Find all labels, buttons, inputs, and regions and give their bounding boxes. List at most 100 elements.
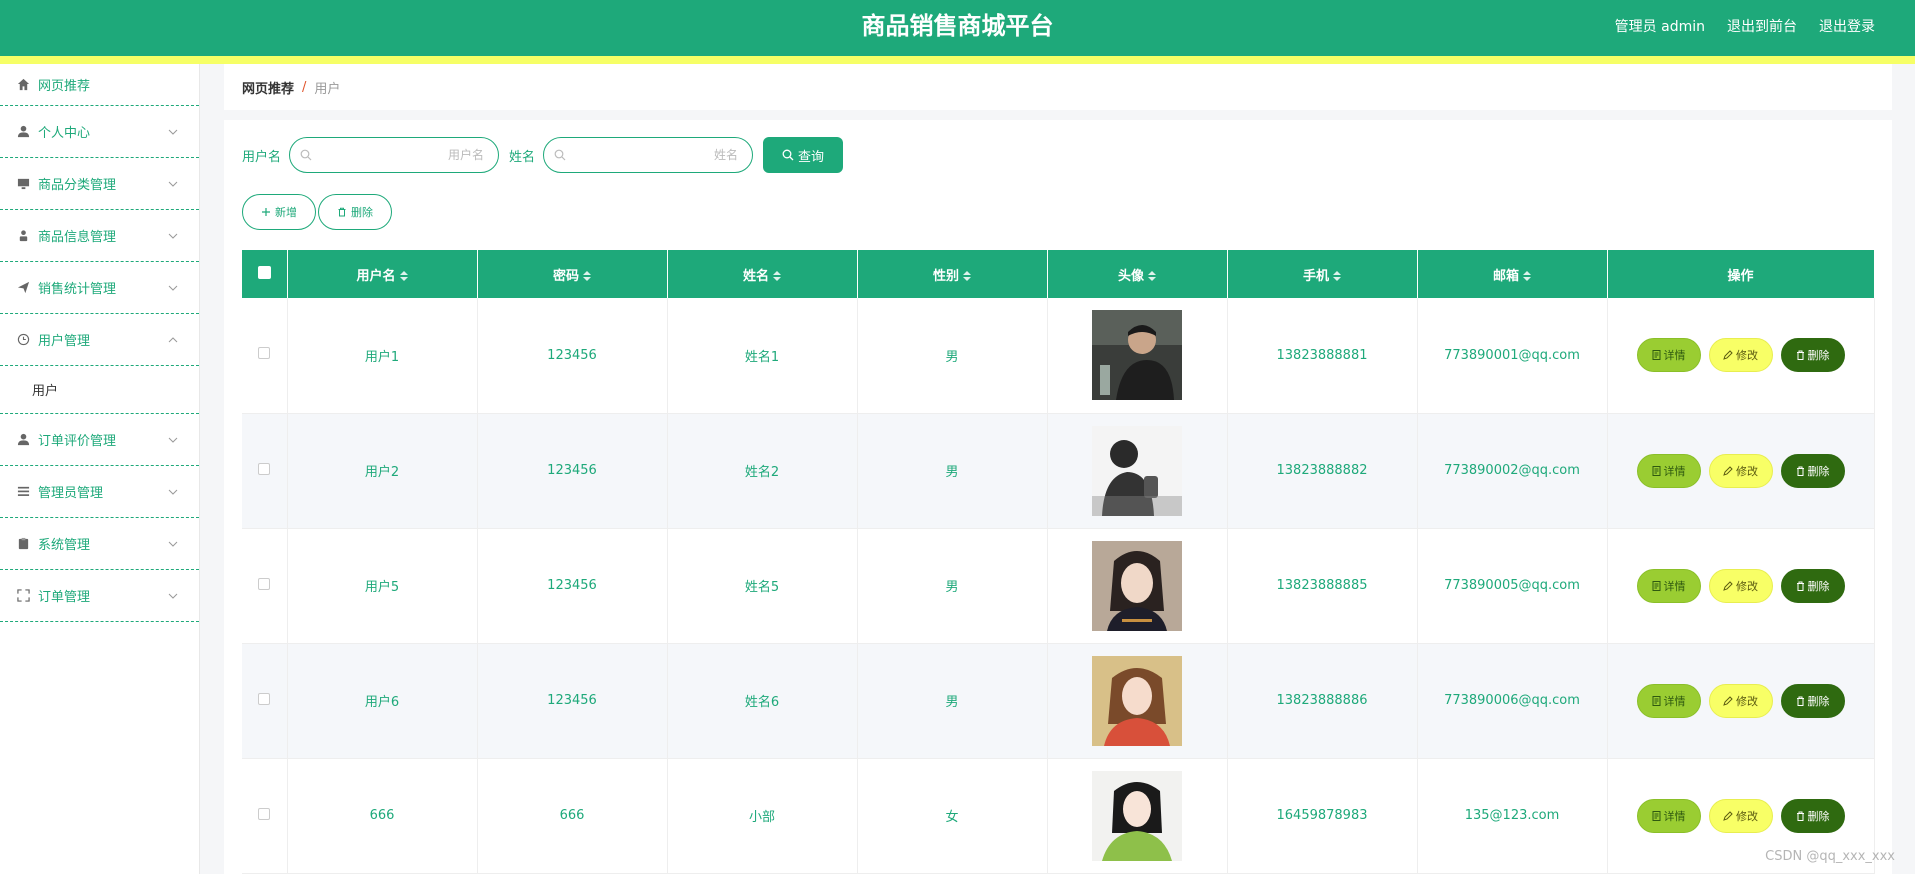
sidebar-item-category[interactable]: 商品分类管理 — [0, 158, 199, 210]
avatar[interactable] — [1092, 655, 1182, 746]
sidebar-item-system[interactable]: 系统管理 — [0, 518, 199, 570]
column-header[interactable]: 用户名 — [287, 250, 478, 298]
sort-icon — [583, 271, 591, 281]
table-row: 用户2 123456 姓名2 男 13823888882 773890002@q… — [242, 413, 1875, 529]
edit-icon — [1723, 580, 1733, 591]
plus-icon — [262, 208, 270, 216]
trash-icon — [338, 207, 346, 217]
detail-button[interactable]: 详情 — [1636, 798, 1701, 833]
edit-button[interactable]: 修改 — [1708, 798, 1773, 833]
column-header[interactable]: 手机 — [1227, 250, 1418, 298]
sidebar-item-admins[interactable]: 管理员管理 — [0, 466, 199, 518]
cell-gender: 女 — [857, 758, 1048, 874]
sidebar-item-personal[interactable]: 个人中心 — [0, 106, 199, 158]
cell-name: 小部 — [667, 758, 858, 874]
clipboard-icon — [16, 537, 30, 551]
breadcrumb-home[interactable]: 网页推荐 — [242, 78, 294, 97]
cell-phone: 16459878983 — [1227, 758, 1418, 874]
document-icon — [1652, 695, 1660, 706]
sidebar-item-sales[interactable]: 销售统计管理 — [0, 262, 199, 314]
edit-button[interactable]: 修改 — [1708, 453, 1773, 488]
clock-icon — [16, 333, 30, 347]
breadcrumb-current: 用户 — [314, 81, 341, 97]
sidebar-item-label: 订单管理 — [38, 590, 91, 605]
cell-name: 姓名1 — [667, 298, 858, 414]
user-icon — [16, 125, 30, 139]
delete-button[interactable]: 删除 — [1780, 338, 1845, 373]
detail-button[interactable]: 详情 — [1636, 683, 1701, 718]
row-checkbox[interactable] — [258, 347, 271, 360]
username-label: 用户名 — [242, 149, 282, 165]
row-checkbox[interactable] — [258, 807, 271, 820]
edit-button[interactable]: 修改 — [1708, 683, 1773, 718]
name-input[interactable] — [566, 148, 739, 162]
edit-icon — [1723, 810, 1733, 821]
chevron-down-icon — [168, 233, 178, 239]
sidebar-item-users[interactable]: 用户管理 — [0, 314, 199, 366]
add-button[interactable]: 新增 — [242, 194, 316, 230]
submenu-item-users[interactable]: 用户 — [0, 366, 199, 414]
cell-phone: 13823888885 — [1227, 528, 1418, 644]
user-icon — [16, 433, 30, 447]
trash-icon — [1796, 466, 1804, 476]
home-icon — [16, 78, 30, 92]
sidebar-item-label: 商品分类管理 — [38, 178, 117, 193]
person-icon — [16, 229, 30, 243]
column-header[interactable]: 邮箱 — [1417, 250, 1608, 298]
cell-password: 123456 — [477, 643, 668, 759]
edit-button[interactable]: 修改 — [1708, 338, 1773, 373]
action-buttons: 新增 删除 — [242, 194, 392, 230]
username-search-box[interactable] — [289, 137, 500, 173]
delete-button[interactable]: 删除 — [1780, 453, 1845, 488]
cell-password: 123456 — [477, 413, 668, 529]
table-row: 用户5 123456 姓名5 男 13823888885 773890005@q… — [242, 528, 1875, 644]
name-search-box[interactable] — [543, 137, 754, 173]
cell-email: 773890006@qq.com — [1417, 643, 1608, 759]
document-icon — [1652, 465, 1660, 476]
column-header[interactable]: 性别 — [857, 250, 1048, 298]
row-checkbox[interactable] — [258, 462, 271, 475]
row-checkbox[interactable] — [258, 577, 271, 590]
avatar[interactable] — [1092, 770, 1182, 861]
detail-button[interactable]: 详情 — [1636, 338, 1701, 373]
avatar[interactable] — [1092, 540, 1182, 631]
sort-icon — [1333, 271, 1341, 281]
sidebar: 网页推荐 个人中心 商品分类管理 商品信息管理 销售统计管理 用户管理 用户 订… — [0, 64, 200, 874]
table-row: 用户6 123456 姓名6 男 13823888886 773890006@q… — [242, 643, 1875, 759]
table-header-row: 用户名 密码 姓名 性别 头像 手机 邮箱 操作 — [242, 250, 1875, 298]
sidebar-item-orders[interactable]: 订单管理 — [0, 570, 199, 622]
admin-user-label[interactable]: 管理员 admin — [1615, 16, 1705, 36]
select-all-checkbox[interactable] — [257, 265, 271, 279]
delete-button[interactable]: 删除 — [1780, 683, 1845, 718]
cell-gender: 男 — [857, 413, 1048, 529]
list-icon — [16, 485, 30, 499]
sidebar-item-product[interactable]: 商品信息管理 — [0, 210, 199, 262]
avatar[interactable] — [1092, 310, 1182, 401]
chevron-down-icon — [168, 129, 178, 135]
edit-button[interactable]: 修改 — [1708, 568, 1773, 603]
back-to-front-link[interactable]: 退出到前台 — [1727, 16, 1797, 36]
search-form: 用户名 姓名 查询 — [242, 136, 844, 174]
column-header[interactable]: 姓名 — [667, 250, 858, 298]
detail-button[interactable]: 详情 — [1636, 453, 1701, 488]
query-button[interactable]: 查询 — [763, 137, 844, 173]
detail-button[interactable]: 详情 — [1636, 568, 1701, 603]
column-header[interactable]: 密码 — [477, 250, 668, 298]
name-label: 姓名 — [509, 149, 536, 165]
avatar[interactable] — [1092, 425, 1182, 516]
top-actions: 管理员 admin 退出到前台 退出登录 — [1615, 0, 1875, 52]
batch-delete-button[interactable]: 删除 — [318, 194, 392, 230]
delete-button[interactable]: 删除 — [1780, 798, 1845, 833]
sidebar-item-home[interactable]: 网页推荐 — [0, 64, 199, 106]
logout-link[interactable]: 退出登录 — [1819, 16, 1875, 36]
chevron-down-icon — [168, 489, 178, 495]
search-icon — [300, 149, 312, 161]
cell-email: 773890005@qq.com — [1417, 528, 1608, 644]
username-input[interactable] — [312, 148, 485, 162]
cell-phone: 13823888881 — [1227, 298, 1418, 414]
row-checkbox[interactable] — [258, 692, 271, 705]
sidebar-item-reviews[interactable]: 订单评价管理 — [0, 414, 199, 466]
column-header[interactable]: 头像 — [1047, 250, 1228, 298]
fullscreen-icon — [16, 589, 30, 603]
delete-button[interactable]: 删除 — [1780, 568, 1845, 603]
